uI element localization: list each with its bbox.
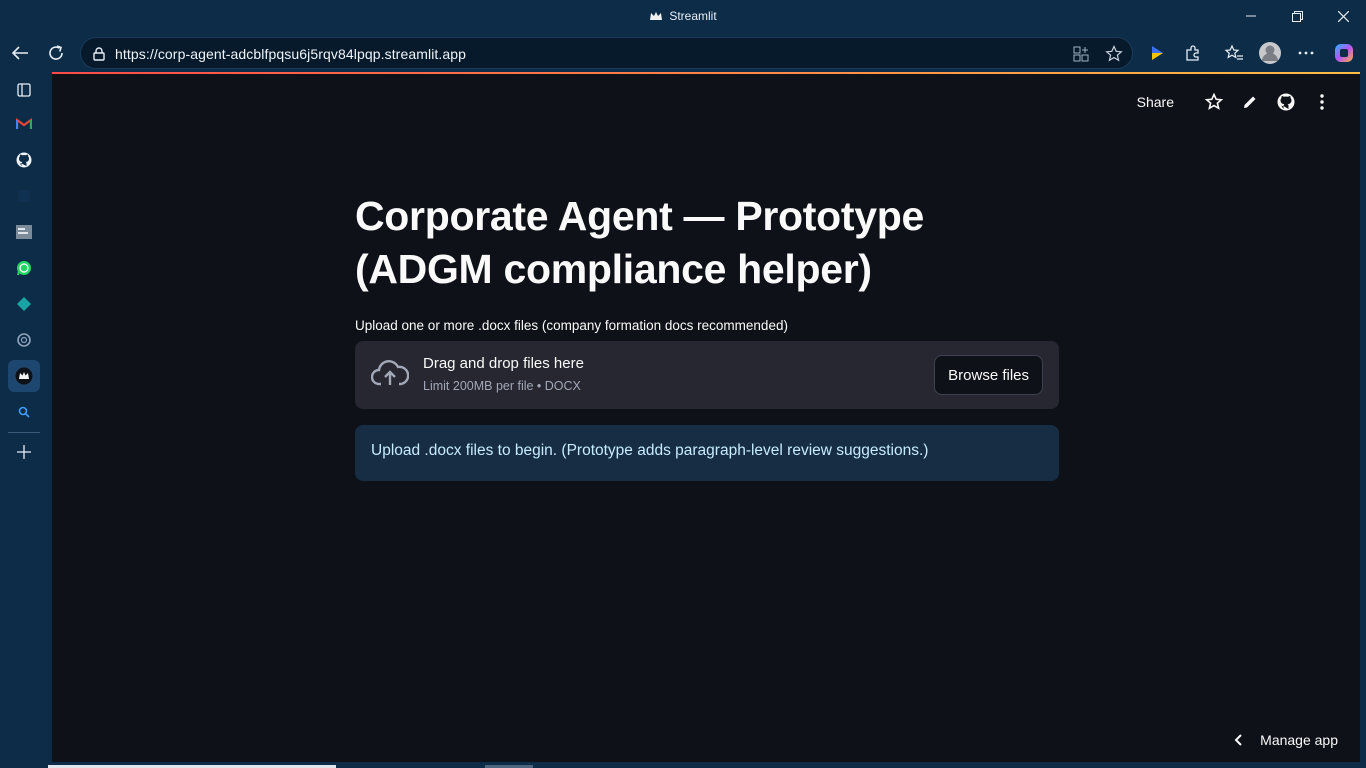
window-bottom-edge [0,762,1366,768]
avatar-icon [1259,42,1281,64]
sidebar-glassdoor[interactable] [8,216,40,248]
bing-chat-button[interactable] [1142,38,1172,68]
url-text[interactable]: https://corp-agent-adcblfpqsu6j5rqv84lpq… [115,46,466,62]
site-info-icon[interactable] [91,46,107,62]
streamlit-logo-icon [650,12,663,20]
streamlit-app: Share Corporate Agent — Prototype (ADGM … [52,72,1360,762]
page-title: Corporate Agent — Prototype (ADGM compli… [355,193,924,292]
sidebar-add-button[interactable] [8,436,40,468]
sidebar-divider [8,432,40,433]
browser-sidebar [0,72,48,768]
sidebar-gmail[interactable] [8,108,40,140]
pencil-icon [1244,96,1256,108]
sidebar-chatgpt[interactable] [8,324,40,356]
close-icon [1337,10,1349,22]
sidebar-github[interactable] [8,144,40,176]
glassdoor-icon [16,225,32,239]
tab-actions-button[interactable] [8,74,40,106]
cloud-upload-icon [371,360,409,386]
address-bar[interactable]: https://corp-agent-adcblfpqsu6j5rqv84lpq… [80,37,1133,69]
blank-icon [18,190,30,202]
github-icon [1277,93,1295,111]
main-menu-button[interactable] [1304,91,1340,113]
puzzle-icon [1186,45,1199,61]
file-uploader-label: Upload one or more .docx files (company … [355,318,788,333]
restore-button[interactable] [1274,0,1320,32]
chevron-left-icon [1234,734,1242,746]
app-available-icon[interactable] [1071,44,1091,64]
profile-button[interactable] [1255,38,1285,68]
manage-app-button[interactable]: Manage app [1234,732,1338,748]
chatgpt-icon [17,333,31,347]
search-icon [18,406,30,418]
close-window-button[interactable] [1320,0,1366,32]
sidebar-whatsapp[interactable] [8,252,40,284]
sidebar-blank[interactable] [8,180,40,212]
info-alert: Upload .docx files to begin. (Prototype … [355,425,1059,481]
sidebar-diamond-app[interactable] [8,288,40,320]
dropzone-title: Drag and drop files here [423,355,584,372]
dropzone-limit: Limit 200MB per file • DOCX [423,379,581,393]
manage-app-label: Manage app [1260,732,1338,748]
sidebar-streamlit[interactable] [8,360,40,392]
github-icon [16,152,32,168]
minimize-button[interactable] [1228,0,1274,32]
edit-button[interactable] [1232,91,1268,113]
file-dropzone[interactable]: Drag and drop files here Limit 200MB per… [355,341,1059,409]
back-button[interactable] [5,38,35,68]
play-icon [1152,46,1163,60]
star-icon [1205,93,1223,110]
copilot-icon [1335,44,1353,62]
minimize-icon [1246,15,1256,17]
more-horizontal-icon [1298,51,1314,55]
copilot-button[interactable] [1329,38,1359,68]
share-button[interactable]: Share [1137,94,1174,110]
window-title-text: Streamlit [669,9,717,23]
add-icon [17,445,31,459]
arrow-left-icon [11,46,28,60]
tab-actions-icon [17,83,31,97]
favorite-star-icon[interactable] [1104,44,1124,64]
reload-button[interactable] [41,38,71,68]
favorites-icon [1224,44,1243,60]
window-titlebar: Streamlit [0,0,1366,34]
main-content: Corporate Agent — Prototype (ADGM compli… [355,190,1059,481]
app-toolbar: Share [1137,91,1340,113]
more-vertical-icon [1320,94,1324,110]
whatsapp-icon [17,261,31,276]
diamond-icon [17,297,31,311]
star-button[interactable] [1196,91,1232,113]
decoration-bar [52,72,1360,74]
browser-toolbar: https://corp-agent-adcblfpqsu6j5rqv84lpq… [0,34,1366,72]
window-title: Streamlit [0,9,1366,23]
github-button[interactable] [1268,91,1304,113]
extensions-button[interactable] [1178,38,1208,68]
restore-icon [1291,10,1303,22]
browse-files-button[interactable]: Browse files [934,355,1043,395]
sidebar-search[interactable] [8,396,40,428]
gmail-icon [16,118,32,129]
reload-icon [49,45,63,60]
streamlit-icon [15,367,33,385]
browser-menu-button[interactable] [1291,38,1321,68]
favorites-button[interactable] [1219,38,1249,68]
